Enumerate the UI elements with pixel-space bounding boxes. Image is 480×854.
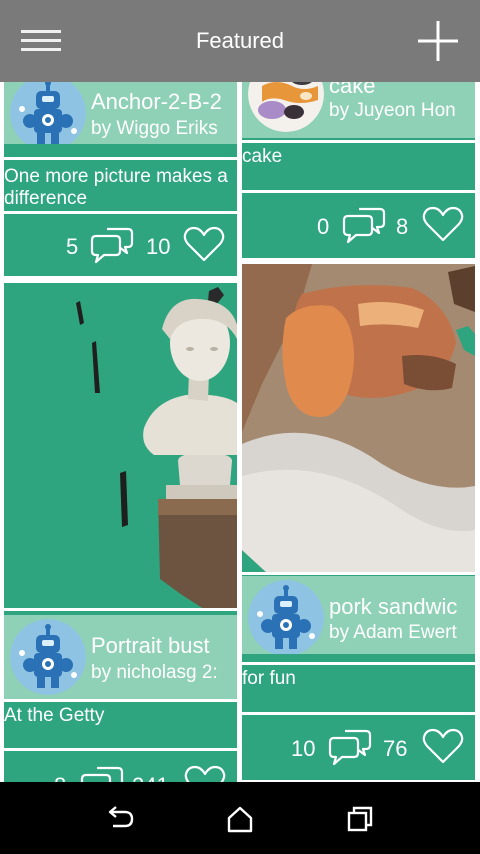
like-count: 76 (383, 736, 408, 761)
system-nav-bar (0, 782, 480, 854)
heart-icon[interactable] (422, 727, 464, 765)
robot-avatar (10, 82, 86, 144)
back-icon[interactable] (105, 804, 135, 834)
card-bust[interactable]: Portrait bust by nicholasg 2: At the Get… (4, 283, 237, 782)
heart-icon[interactable] (422, 205, 464, 243)
divider (242, 712, 475, 715)
home-icon[interactable] (225, 804, 255, 834)
card-description: for fun (242, 668, 296, 689)
comment-count: 10 (291, 736, 316, 761)
card-title: pork sandwic (329, 594, 458, 619)
plus-icon[interactable] (418, 21, 458, 61)
comment-count: 0 (317, 214, 330, 239)
card-header: Portrait bust by nicholasg 2: (4, 615, 237, 699)
divider (4, 211, 237, 214)
pork-sandwich-image[interactable] (242, 264, 475, 572)
speech-bubbles-icon[interactable] (328, 726, 372, 766)
featured-feed[interactable]: Anchor-2-B-2 by Wiggo Eriks One more pic… (0, 82, 480, 782)
like-count: 10 (146, 234, 171, 259)
card-description: One more picture makes a difference (4, 166, 228, 209)
card-author: by Juyeon Hon (329, 100, 456, 121)
divider (242, 572, 475, 575)
card-header: pork sandwic by Adam Ewert (242, 576, 475, 654)
divider (4, 748, 237, 751)
speech-bubbles-icon[interactable] (80, 763, 124, 782)
card-anchor[interactable]: Anchor-2-B-2 by Wiggo Eriks One more pic… (4, 82, 237, 276)
card-title: Portrait bust (91, 633, 210, 658)
robot-avatar (10, 619, 86, 695)
like-count: 8 (396, 214, 409, 239)
heart-icon[interactable] (183, 225, 225, 263)
card-stats: 0 8 (242, 194, 475, 258)
app-bar: Featured (0, 0, 480, 82)
divider (242, 662, 475, 665)
card-stats: 10 76 (242, 716, 475, 780)
heart-icon[interactable] (184, 764, 226, 782)
comment-count: 8 (54, 773, 66, 782)
divider (242, 140, 475, 143)
divider (242, 190, 475, 193)
divider (4, 699, 237, 702)
bust-model-image[interactable] (4, 283, 237, 609)
comment-count: 5 (66, 234, 79, 259)
cake-thumbnail (248, 82, 324, 132)
card-description: At the Getty (4, 705, 105, 726)
like-count: 241 (132, 773, 169, 782)
card-author: by Adam Ewert (329, 622, 457, 643)
card-author: by nicholasg 2: (91, 662, 218, 683)
page-title: Featured (195, 28, 285, 53)
card-pork[interactable]: pork sandwic by Adam Ewert for fun 10 76 (242, 264, 475, 780)
speech-bubbles-icon[interactable] (90, 224, 134, 264)
robot-avatar (248, 580, 324, 654)
recents-icon[interactable] (345, 804, 375, 834)
card-header: Anchor-2-B-2 by Wiggo Eriks (4, 82, 237, 144)
divider (4, 608, 237, 611)
card-author: by Wiggo Eriks (91, 118, 218, 139)
card-stats: 5 10 (4, 212, 237, 276)
card-title: cake (329, 82, 376, 98)
card-title: Anchor-2-B-2 (91, 89, 222, 114)
speech-bubbles-icon[interactable] (342, 204, 386, 244)
card-stats: 8 241 (4, 753, 237, 782)
card-description: cake (242, 146, 283, 167)
card-cake[interactable]: cake by Juyeon Hon cake 0 8 (242, 82, 475, 258)
divider (4, 157, 237, 160)
card-header: cake by Juyeon Hon (242, 82, 475, 138)
